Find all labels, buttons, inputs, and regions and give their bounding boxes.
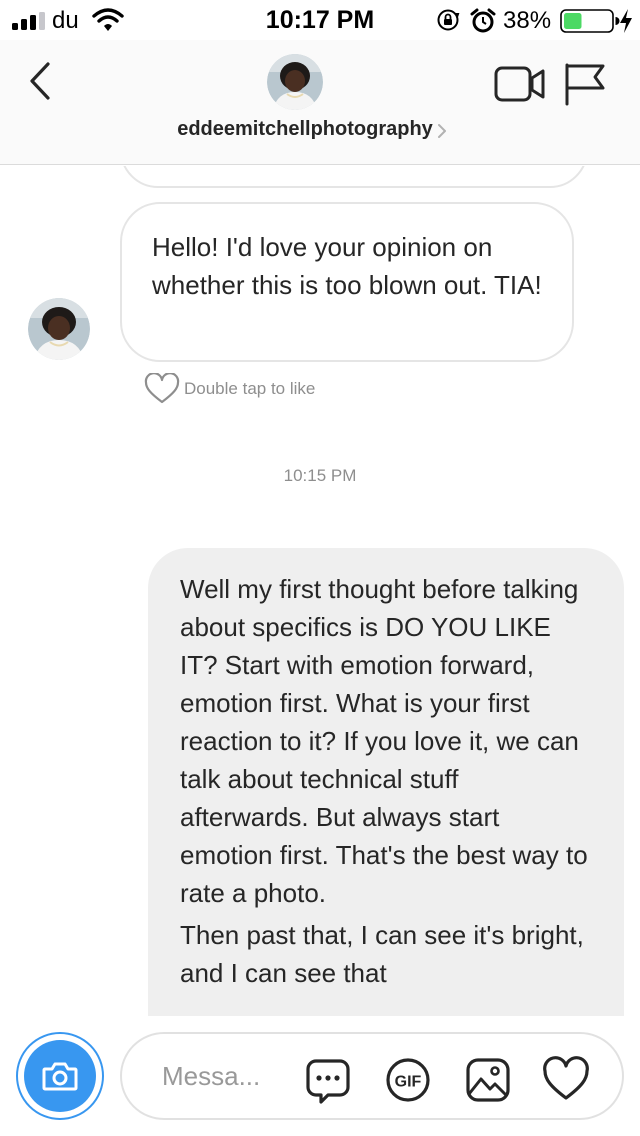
- flag-icon[interactable]: [562, 62, 608, 106]
- gallery-icon[interactable]: [464, 1056, 512, 1104]
- previous-message-bubble[interactable]: [120, 166, 588, 188]
- avatar[interactable]: [28, 298, 90, 360]
- message-input[interactable]: [162, 1056, 282, 1096]
- camera-button-fill: [24, 1040, 96, 1112]
- status-bar: du 10:17 PM 38%: [0, 0, 640, 40]
- avatar[interactable]: [267, 54, 323, 110]
- camera-button[interactable]: [16, 1032, 104, 1120]
- rotation-lock-icon: [437, 9, 460, 31]
- sent-message-paragraph: Well my first thought before talking abo…: [180, 574, 588, 908]
- message-timestamp: 10:15 PM: [283, 466, 357, 485]
- gif-icon[interactable]: GIF: [384, 1056, 432, 1104]
- camera-icon: [42, 1062, 78, 1091]
- battery-icon: [560, 9, 620, 33]
- video-camera-icon[interactable]: [494, 64, 546, 104]
- like-hint: Double tap to like: [144, 372, 315, 406]
- message-composer: GIF: [0, 1016, 640, 1136]
- back-chevron-icon[interactable]: [20, 58, 60, 104]
- received-message-bubble[interactable]: Hello! I'd love your opinion on whether …: [120, 202, 574, 362]
- heart-outline-icon[interactable]: [144, 373, 180, 405]
- charging-icon: [620, 9, 632, 33]
- sent-message-bubble[interactable]: Well my first thought before talking abo…: [148, 548, 624, 1016]
- sent-message-paragraph: Then past that, I can see it's bright, a…: [180, 920, 584, 988]
- heart-icon[interactable]: [542, 1056, 590, 1104]
- gif-label: GIF: [395, 1074, 422, 1091]
- thread-username[interactable]: eddeemitchellphotography: [0, 118, 610, 141]
- alarm-icon: [470, 8, 496, 33]
- sticker-icon[interactable]: [304, 1056, 352, 1104]
- message-thread[interactable]: Hello! I'd love your opinion on whether …: [0, 166, 640, 1016]
- battery-percent: 38%: [503, 7, 552, 34]
- like-hint-text: Double tap to like: [184, 379, 316, 398]
- message-field[interactable]: GIF: [120, 1032, 624, 1120]
- received-message-text: Hello! I'd love your opinion on whether …: [152, 232, 542, 300]
- chevron-right-icon[interactable]: [436, 122, 448, 140]
- thread-header: eddeemitchellphotography: [0, 40, 640, 165]
